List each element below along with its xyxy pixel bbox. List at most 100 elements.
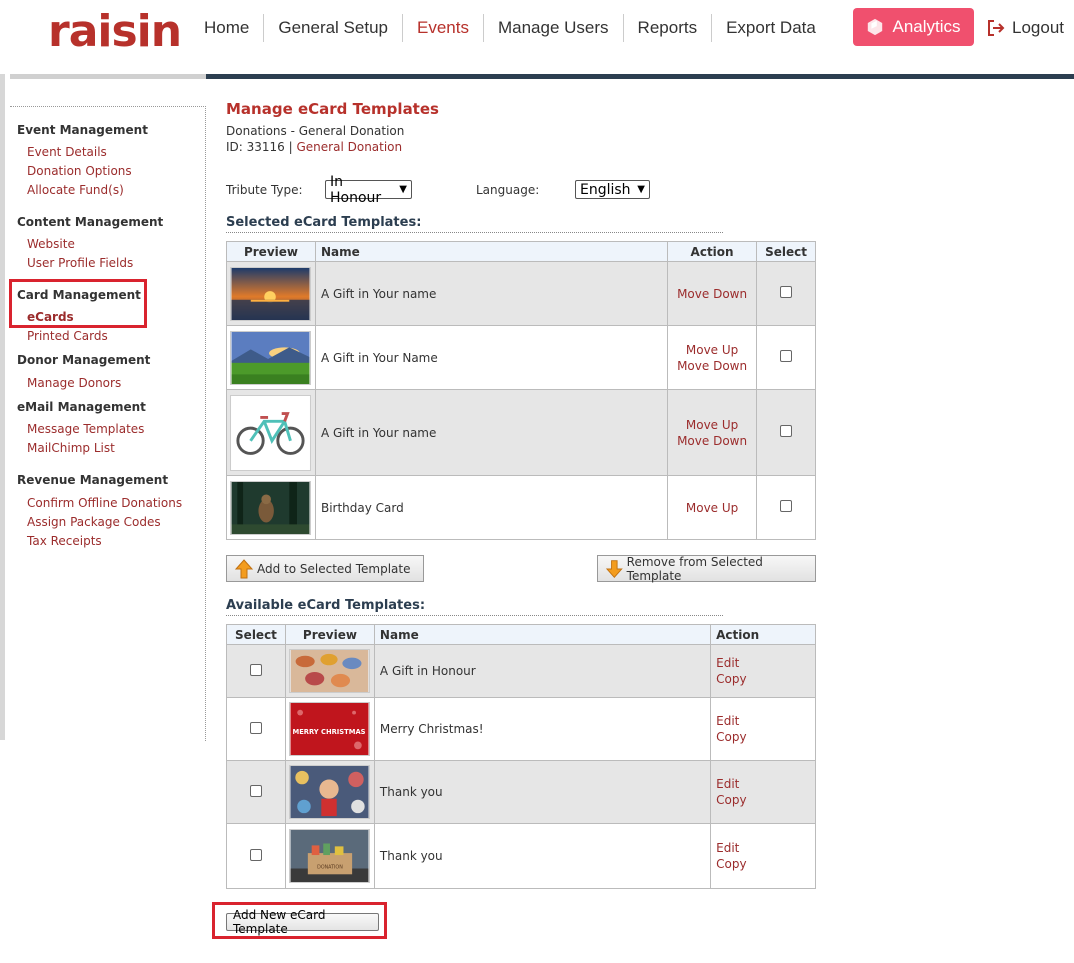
add-to-selected-label: Add to Selected Template (257, 561, 411, 576)
select-checkbox[interactable] (780, 500, 792, 512)
language-select[interactable]: English ▼ (575, 180, 650, 199)
sidebar-item-donation-options[interactable]: Donation Options (27, 164, 132, 178)
select-cell (226, 760, 286, 824)
move-up-link[interactable]: Move Up (668, 500, 756, 516)
template-name: A Gift in Your Name (314, 325, 669, 390)
sidebar-item-printed-cards[interactable]: Printed Cards (27, 329, 108, 343)
col-preview: Preview (226, 241, 316, 262)
preview-cell (226, 475, 316, 540)
col-select: Select (226, 624, 286, 645)
meadow-thumbnail[interactable] (230, 330, 312, 385)
table-row: DONATION Thank you Edit Copy (226, 823, 816, 889)
shoes-thumbnail[interactable] (289, 649, 371, 693)
sidebar-item-user-profile-fields[interactable]: User Profile Fields (27, 256, 133, 270)
nav-general-setup[interactable]: General Setup (264, 14, 403, 42)
preview-cell (226, 261, 316, 326)
arrow-up-icon (235, 558, 253, 578)
copy-link[interactable]: Copy (716, 856, 815, 872)
event-id-link[interactable]: General Donation (297, 140, 403, 154)
analytics-hexagon-icon (868, 18, 883, 36)
tribute-type-select[interactable]: In Honour ▼ (325, 174, 412, 206)
highlight-box-card-management (9, 279, 147, 328)
select-checkbox[interactable] (249, 663, 262, 676)
select-cell (226, 644, 286, 698)
sidebar-item-assign-package-codes[interactable]: Assign Package Codes (27, 515, 161, 529)
remove-from-selected-button[interactable]: Remove from Selected Template (597, 554, 816, 583)
sidebar-item-tax-receipts[interactable]: Tax Receipts (27, 534, 102, 548)
nav-reports[interactable]: Reports (624, 14, 713, 42)
nav-export-data[interactable]: Export Data (712, 14, 830, 42)
edit-link[interactable]: Edit (716, 840, 815, 856)
move-down-link[interactable]: Move Down (668, 286, 756, 302)
page-title: Manage eCard Templates (226, 100, 439, 118)
select-cell (756, 261, 816, 326)
nav-manage-users[interactable]: Manage Users (484, 14, 624, 42)
sidebar-item-manage-donors[interactable]: Manage Donors (27, 376, 121, 390)
sidebar-item-website[interactable]: Website (27, 237, 75, 251)
select-checkbox[interactable] (249, 848, 262, 861)
language-value: English (580, 181, 631, 198)
sunset-thumbnail[interactable] (230, 266, 312, 321)
sidebar-item-event-details[interactable]: Event Details (27, 145, 107, 159)
select-cell (756, 325, 816, 390)
table-row: A Gift in Your name Move Down (226, 261, 816, 326)
christmas-thumbnail[interactable]: MERRY CHRISTMAS (289, 702, 371, 756)
action-cell: Edit Copy (710, 697, 816, 761)
select-checkbox[interactable] (249, 721, 262, 734)
preview-cell (284, 644, 375, 698)
copy-link[interactable]: Copy (716, 671, 815, 687)
nav-home[interactable]: Home (190, 14, 265, 42)
move-down-link[interactable]: Move Down (668, 358, 756, 374)
table-row: A Gift in Your Name Move Up Move Down (226, 325, 816, 390)
col-action: Action (667, 241, 758, 262)
selected-templates-title: Selected eCard Templates: (226, 215, 723, 233)
sidebar-item-mailchimp-list[interactable]: MailChimp List (27, 441, 115, 455)
top-header: raisin Home General Setup Events Manage … (0, 0, 1074, 74)
logout-label: Logout (1012, 18, 1064, 37)
col-preview: Preview (284, 624, 375, 645)
logout-icon (988, 20, 1005, 36)
move-up-link[interactable]: Move Up (668, 417, 756, 433)
logout-button[interactable]: Logout (986, 14, 1064, 42)
select-checkbox[interactable] (249, 784, 262, 797)
sidebar-section-donor-management: Donor Management (17, 353, 151, 367)
action-cell: Move Up Move Down (667, 325, 758, 390)
col-name: Name (314, 241, 669, 262)
child-thumbnail[interactable] (289, 765, 371, 819)
raisin-logo[interactable]: raisin (48, 6, 182, 57)
move-up-link[interactable]: Move Up (668, 342, 756, 358)
nav-events[interactable]: Events (403, 14, 484, 42)
tribute-type-value: In Honour (330, 173, 382, 206)
christmas-thumb-text: MERRY CHRISTMAS (293, 728, 366, 736)
copy-link[interactable]: Copy (716, 729, 815, 745)
sidebar-item-message-templates[interactable]: Message Templates (27, 422, 144, 436)
action-cell: Edit Copy (710, 644, 816, 698)
remove-from-selected-label: Remove from Selected Template (626, 554, 763, 583)
forest-dog-thumbnail[interactable] (230, 480, 312, 535)
donation-box-thumbnail[interactable]: DONATION (289, 829, 371, 883)
template-name: A Gift in Your name (314, 261, 669, 326)
main-nav: Home General Setup Events Manage Users R… (190, 14, 830, 42)
donation-thumb-text: DONATION (318, 865, 344, 871)
template-name: Merry Christmas! (373, 697, 712, 761)
sidebar-item-allocate-funds[interactable]: Allocate Fund(s) (27, 183, 124, 197)
sidebar-top-bar (10, 74, 206, 79)
select-checkbox[interactable] (780, 286, 792, 298)
add-to-selected-button[interactable]: Add to Selected Template (226, 555, 424, 582)
analytics-button[interactable]: Analytics (853, 8, 974, 46)
chevron-down-icon: ▼ (637, 184, 645, 195)
edit-link[interactable]: Edit (716, 713, 815, 729)
action-cell: Move Up Move Down (667, 389, 758, 476)
event-subtitle: Donations - General Donation (226, 124, 405, 138)
bicycle-thumbnail[interactable] (230, 394, 312, 471)
chevron-down-icon: ▼ (399, 184, 407, 195)
select-checkbox[interactable] (780, 350, 792, 362)
edit-link[interactable]: Edit (716, 776, 815, 792)
select-checkbox[interactable] (780, 425, 792, 437)
move-down-link[interactable]: Move Down (668, 433, 756, 449)
preview-cell: MERRY CHRISTMAS (284, 697, 375, 761)
copy-link[interactable]: Copy (716, 792, 815, 808)
sidebar-section-content-management: Content Management (17, 215, 164, 229)
edit-link[interactable]: Edit (716, 655, 815, 671)
sidebar-item-confirm-offline-donations[interactable]: Confirm Offline Donations (27, 496, 182, 510)
